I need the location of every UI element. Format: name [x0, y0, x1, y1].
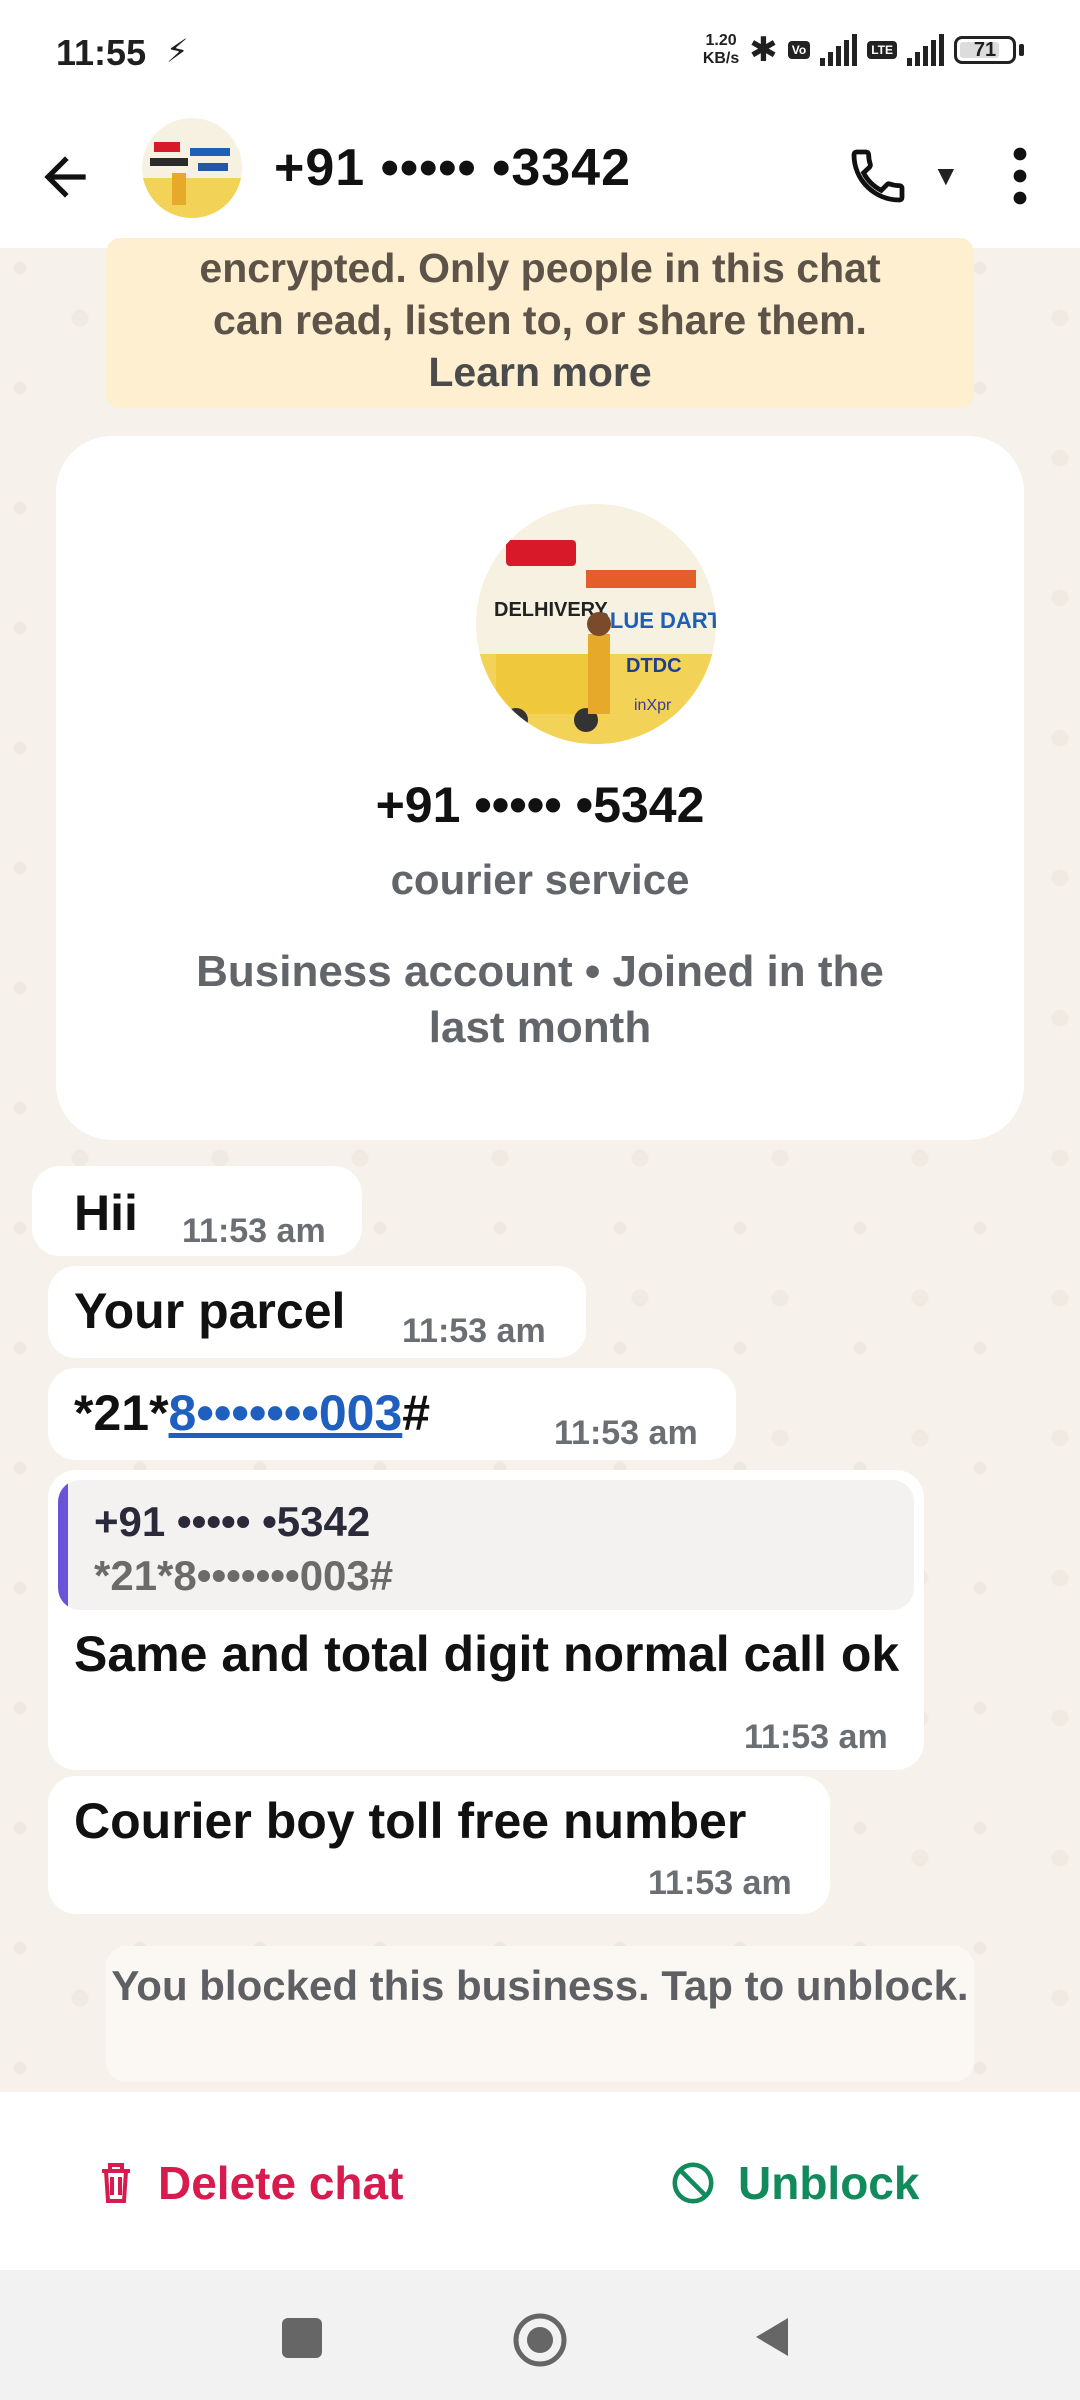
battery-icon: 71 [954, 36, 1016, 64]
lte-icon: LTE [867, 41, 897, 59]
block-circle-icon [672, 2162, 714, 2204]
encryption-text-line1: encrypted. Only people in this chat [199, 245, 881, 291]
message-text: *21*8•••••••003# [74, 1384, 430, 1442]
learn-more-link[interactable]: Learn more [106, 346, 974, 398]
network-speed: 1.20 KB/s [702, 32, 740, 67]
charging-icon: ⚡ [166, 33, 189, 69]
back-triangle-icon[interactable] [750, 2314, 796, 2360]
message-suffix: # [402, 1385, 431, 1441]
signal-1-icon [820, 34, 858, 66]
message-bubble[interactable]: Courier boy toll free number 11:53 am [48, 1776, 830, 1914]
message-bubble[interactable]: +91 ••••• •5342 *21*8•••••••003# Same an… [48, 1470, 924, 1770]
battery-level: 71 [973, 38, 997, 61]
blocked-notice[interactable]: You blocked this business. Tap to unbloc… [106, 1946, 974, 2082]
encryption-text-line2: can read, listen to, or share them. [213, 297, 867, 343]
phone-icon[interactable] [846, 144, 910, 208]
message-text: Your parcel [74, 1283, 346, 1339]
contact-title[interactable]: +91 ••••• •3342 [274, 138, 631, 198]
message-bubble[interactable]: Hii 11:53 am [32, 1166, 362, 1256]
message-bubble[interactable]: *21*8•••••••003# 11:53 am [48, 1368, 736, 1460]
delete-chat-label: Delete chat [158, 2157, 404, 2209]
message-time: 11:53 am [182, 1212, 326, 1250]
more-options-icon[interactable] [1000, 144, 1040, 208]
bluetooth-icon: ✱ [749, 31, 778, 69]
svg-text:DTDC: DTDC [626, 655, 682, 677]
contact-avatar[interactable] [142, 118, 242, 218]
quoted-text: *21*8•••••••003# [94, 1552, 394, 1599]
message-bubble[interactable]: Your parcel 11:53 am [48, 1266, 586, 1358]
business-description: courier service [390, 856, 690, 903]
quoted-message[interactable]: +91 ••••• •5342 *21*8•••••••003# [58, 1480, 914, 1610]
home-icon[interactable] [512, 2312, 568, 2368]
status-time: 11:55 [56, 32, 147, 73]
message-text: Same and total digit normal call ok [74, 1626, 900, 1682]
message-time: 11:53 am [648, 1864, 792, 1902]
blocked-action-bar: Delete chat Unblock [0, 2092, 1080, 2270]
business-info-card[interactable]: DELHIVERY BLUE DART DTDC inXpr +91 •••••… [56, 436, 1024, 1140]
status-icons: 1.20 KB/s ✱ Vo LTE 71 [703, 30, 1024, 70]
message-time: 11:53 am [744, 1718, 888, 1756]
recents-icon[interactable] [282, 2318, 322, 2358]
message-text: Hii [74, 1185, 138, 1241]
quote-accent-bar [58, 1480, 68, 1610]
business-avatar: DELHIVERY BLUE DART DTDC inXpr [476, 504, 716, 744]
message-link[interactable]: 8•••••••003 [169, 1385, 403, 1441]
status-bar: 11:55 ⚡ 1.20 KB/s ✱ Vo LTE 71 [0, 0, 1080, 108]
unblock-button[interactable]: Unblock [670, 2138, 919, 2228]
message-prefix: *21* [74, 1385, 169, 1441]
encryption-notice[interactable]: encrypted. Only people in this chat can … [106, 238, 974, 408]
message-time: 11:53 am [402, 1312, 546, 1350]
message-time: 11:53 am [554, 1414, 698, 1452]
volte-icon: Vo [787, 41, 811, 59]
delete-chat-button[interactable]: Delete chat [96, 2138, 403, 2228]
quoted-sender: +91 ••••• •5342 [94, 1498, 371, 1545]
business-name: +91 ••••• •5342 [375, 777, 705, 833]
back-arrow-icon[interactable] [34, 146, 96, 208]
business-meta: Business account • Joined in the last mo… [196, 947, 884, 1052]
trash-icon [102, 2163, 130, 2203]
message-text: Courier boy toll free number [74, 1793, 747, 1849]
signal-2-icon [907, 34, 944, 66]
system-navigation-bar [0, 2270, 1080, 2400]
svg-text:BLUE DART: BLUE DART [594, 608, 716, 633]
svg-text:inXpr: inXpr [634, 697, 672, 714]
unblock-label: Unblock [738, 2157, 920, 2209]
call-options-chevron-icon[interactable]: ▼ [932, 160, 960, 192]
